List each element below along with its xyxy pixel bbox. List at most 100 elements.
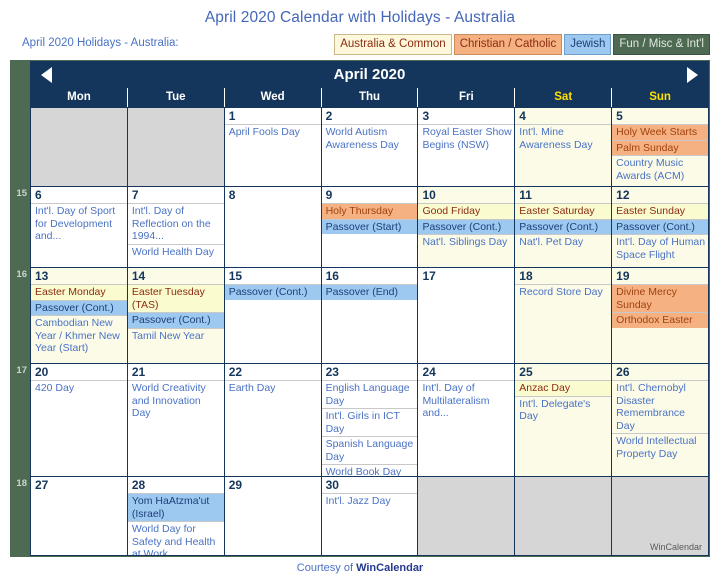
day-cell[interactable]: 5 Holy Week Starts Palm Sunday Country Musi… [612,108,709,186]
legend-chip-fun[interactable]: Fun / Misc & Int'l [613,34,710,55]
event-item[interactable]: Easter Saturday [515,203,612,219]
event-item[interactable]: World Day for Safety and Health at Work [127,521,224,555]
event-list: Divine Mercy Sunday Orthodox Easter [612,284,709,328]
event-item[interactable]: Country Music Awards (ACM) [612,155,709,183]
event-item[interactable]: 420 Day [31,380,127,396]
day-cell[interactable]: 16 Passover (End) [321,268,419,363]
event-list: Earth Day [224,380,321,396]
month-navigation-bar: April 2020 [31,62,708,88]
event-item[interactable]: World Health Day [127,243,224,260]
day-cell[interactable]: 23 English Language Day Int'l. Girls in IC… [321,364,419,476]
day-cell[interactable]: 30 Int'l. Jazz Day [321,477,419,555]
event-list: Int'l. Day of Reflection on the 1994... W… [127,203,224,260]
legend-chip-chr[interactable]: Christian / Catholic [453,34,563,55]
event-item[interactable]: Passover (End) [321,284,418,300]
day-cell[interactable]: 9 Holy Thursday Passover (Start) [321,187,419,267]
day-cell[interactable]: 2 World Autism Awareness Day [321,108,419,186]
event-item[interactable]: Int'l. Delegate's Day [515,395,612,424]
event-item[interactable]: Nat'l. Pet Day [515,234,612,250]
day-number: 1 [228,109,236,123]
day-cell[interactable]: 17 [418,268,516,363]
event-item[interactable]: Royal Easter Show Begins (NSW) [418,124,515,152]
event-item[interactable]: Passover (Cont.) [418,218,515,234]
event-item[interactable]: Holy Week Starts [612,124,709,140]
day-cell[interactable]: 3 Royal Easter Show Begins (NSW) [418,108,516,186]
legend-chip-jew[interactable]: Jewish [564,34,612,55]
event-item[interactable]: Int'l. Girls in ICT Day [321,408,418,436]
event-item[interactable]: Passover (Cont.) [612,218,709,234]
day-cell[interactable]: 22 Earth Day [224,364,322,476]
day-cell[interactable]: 6 Int'l. Day of Sport for Development and… [31,187,128,267]
event-list: Int'l. Day of Multilateralism and... [418,380,515,421]
day-cell[interactable]: 27 [31,477,128,555]
event-item[interactable]: World Intellectual Property Day [612,433,709,461]
event-item[interactable]: Int'l. Day of Reflection on the 1994... [127,203,224,244]
day-cell[interactable]: 1 April Fools Day [224,108,322,186]
day-cell[interactable]: 18 Record Store Day [515,268,613,363]
event-item[interactable]: Int'l. Day of Human Space Flight [612,234,709,262]
event-item[interactable]: April Fools Day [224,124,321,140]
legend-chip-au[interactable]: Australia & Common [334,34,452,55]
day-cell[interactable]: 7 Int'l. Day of Reflection on the 1994...… [127,187,225,267]
event-item[interactable]: Int'l. Jazz Day [321,493,418,509]
event-item[interactable]: World Autism Awareness Day [321,124,418,152]
day-cell[interactable]: 4 Int'l. Mine Awareness Day [515,108,613,186]
event-item[interactable]: Easter Monday [31,284,127,300]
event-item[interactable]: Spanish Language Day [321,436,418,464]
day-number: 13 [35,269,49,283]
day-cell[interactable]: 25 Anzac Day Int'l. Delegate's Day [515,364,613,476]
day-cell[interactable]: 21 World Creativity and Innovation Day [127,364,225,476]
event-item[interactable]: Easter Tuesday (TAS) [127,284,224,312]
day-cell[interactable]: 28 Yom HaAtzma'ut (Israel) World Day for S… [127,477,225,555]
footer-brand: WinCalendar [356,562,424,574]
week-row: 1 April Fools Day 2 World Autism Awareness … [31,107,709,186]
event-item[interactable]: English Language Day [321,380,418,408]
event-item[interactable]: Cambodian New Year / Khmer New Year (Sta… [31,315,127,356]
event-item[interactable]: Good Friday [418,203,515,219]
triangle-right-icon[interactable] [687,67,698,83]
event-item[interactable]: Orthodox Easter [612,312,709,328]
event-list: April Fools Day [224,124,321,140]
day-cell[interactable]: 15 Passover (Cont.) [224,268,322,363]
event-item[interactable]: Passover (Cont.) [127,312,224,328]
day-cell[interactable]: 11 Easter Saturday Passover (Cont.) Nat'l. … [515,187,613,267]
day-cell[interactable]: 8 [224,187,322,267]
day-cell[interactable]: 13 Easter Monday Passover (Cont.) Cambodian… [31,268,128,363]
event-item[interactable]: World Creativity and Innovation Day [127,380,224,421]
event-item[interactable]: Tamil New Year [127,327,224,344]
event-list: Record Store Day [515,284,612,300]
event-item[interactable]: Holy Thursday [321,203,418,219]
day-cell[interactable]: 26 Int'l. Chernobyl Disaster Remembrance … [612,364,709,476]
day-cell[interactable]: 29 [224,477,322,555]
day-header-sat: Sat [515,88,613,107]
event-item[interactable]: Passover (Cont.) [515,218,612,234]
day-number: 21 [131,365,146,379]
day-cell[interactable]: 19 Divine Mercy Sunday Orthodox Easter [612,268,709,363]
event-item[interactable]: Easter Sunday [612,203,709,219]
event-item[interactable]: Anzac Day [515,380,612,396]
day-cell[interactable]: 14 Easter Tuesday (TAS) Passover (Cont.) Ta… [127,268,225,363]
event-item[interactable]: Int'l. Chernobyl Disaster Remembrance Da… [612,380,709,433]
event-item[interactable]: Int'l. Day of Sport for Development and.… [31,203,127,244]
triangle-left-icon[interactable] [41,67,52,83]
week-row: 20 420 Day 21 World Creativity and Innovati… [31,363,709,476]
event-item[interactable]: Passover (Start) [321,218,418,234]
event-item[interactable]: Palm Sunday [612,139,709,155]
day-cell[interactable]: 10 Good Friday Passover (Cont.) Nat'l. Sibl… [418,187,516,267]
event-item[interactable]: Earth Day [224,380,321,396]
event-item[interactable]: Nat'l. Siblings Day [418,234,515,250]
legend-chip-group: Australia & Common Christian / Catholic Je… [334,34,710,55]
day-cell[interactable]: 20 420 Day [31,364,128,476]
event-list: 420 Day [31,380,127,396]
event-item[interactable]: Int'l. Day of Multilateralism and... [418,380,515,421]
event-item[interactable]: Int'l. Mine Awareness Day [515,124,612,152]
day-number: 16 [325,269,339,283]
event-item[interactable]: Yom HaAtzma'ut (Israel) [127,493,224,521]
day-cell[interactable]: 24 Int'l. Day of Multilateralism and... [418,364,516,476]
event-item[interactable]: World Book Day [321,464,418,476]
event-item[interactable]: Divine Mercy Sunday [612,284,709,312]
day-cell[interactable]: 12 Easter Sunday Passover (Cont.) Int'l. Da… [612,187,709,267]
event-item[interactable]: Passover (Cont.) [224,284,321,300]
event-item[interactable]: Passover (Cont.) [31,299,127,315]
event-item[interactable]: Record Store Day [515,284,612,300]
